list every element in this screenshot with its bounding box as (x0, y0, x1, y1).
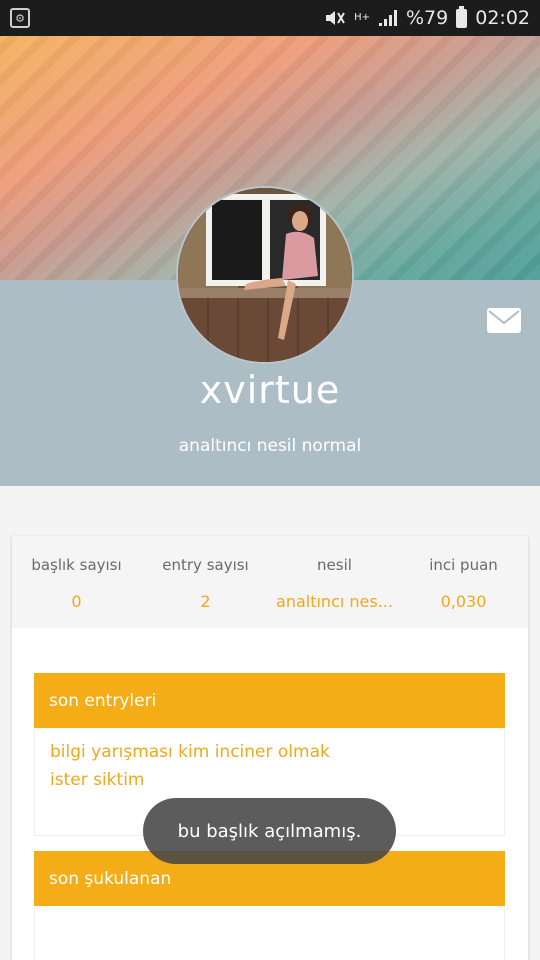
clock: 02:02 (475, 7, 530, 29)
stat-inci-points: inci puan 0,030 (399, 536, 528, 628)
status-bar: ⚙ H+ %79 02:02 (0, 0, 540, 36)
stat-label: nesil (317, 556, 352, 574)
stat-label: inci puan (429, 556, 498, 574)
entry-title-link[interactable]: bilgi yarışması kim inciner olmak ister … (35, 728, 375, 804)
avatar[interactable] (176, 186, 354, 364)
recent-entries-header: son entryleri (34, 673, 505, 728)
stat-label: entry sayısı (162, 556, 249, 574)
battery-icon (456, 5, 468, 28)
mail-icon[interactable] (487, 308, 521, 333)
stat-generation: nesil analtıncı nes... (270, 536, 399, 628)
stat-value: analtıncı nes... (276, 592, 393, 611)
stat-label: başlık sayısı (31, 556, 122, 574)
mute-icon (324, 9, 346, 27)
stat-value: 0,030 (440, 592, 487, 611)
stat-entry-count: entry sayısı 2 (141, 536, 270, 628)
toast-message: bu başlık açılmamış. (143, 798, 396, 864)
screenshot-notification-icon: ⚙ (10, 8, 30, 28)
profile-card: başlık sayısı 0 entry sayısı 2 nesil ana… (12, 536, 528, 960)
username: xvirtue (199, 368, 341, 412)
signal-icon (378, 9, 398, 27)
battery-percentage: %79 (406, 7, 449, 29)
recent-likes-list (34, 906, 505, 960)
user-generation-label: analtıncı nesil normal (178, 436, 362, 456)
stats-row: başlık sayısı 0 entry sayısı 2 nesil ana… (12, 536, 528, 628)
network-type-indicator: H+ (354, 12, 370, 23)
stat-value: 0 (71, 592, 82, 611)
stat-title-count: başlık sayısı 0 (12, 536, 141, 628)
stat-value: 2 (200, 592, 211, 611)
